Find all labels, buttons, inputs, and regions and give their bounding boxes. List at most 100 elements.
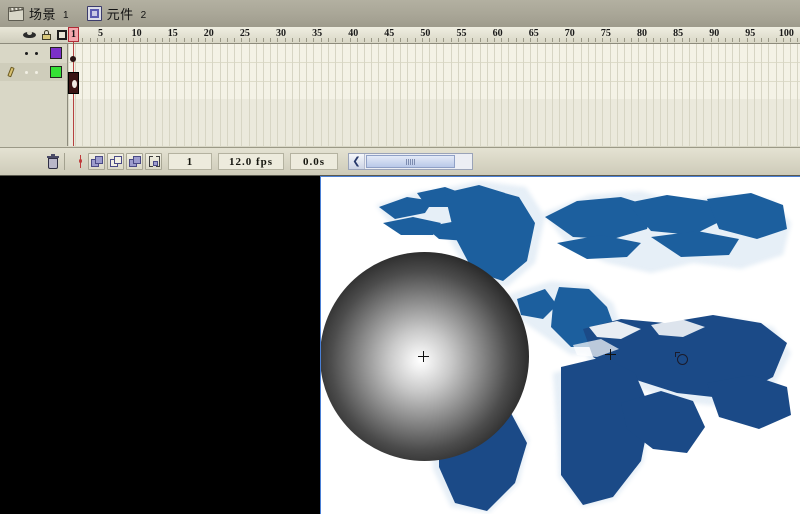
- frame-cell-divider[interactable]: [421, 44, 423, 146]
- scrollbar-thumb[interactable]: [366, 155, 455, 168]
- frame-cell-divider[interactable]: [291, 44, 293, 146]
- frame-cell-divider[interactable]: [176, 44, 178, 146]
- frame-cell-divider[interactable]: [414, 44, 416, 146]
- trash-icon[interactable]: [47, 153, 59, 169]
- scroll-left-arrow[interactable]: ❮: [349, 154, 365, 169]
- frame-cell-divider[interactable]: [234, 44, 236, 146]
- frame-cell-divider[interactable]: [118, 44, 120, 146]
- frame-cell-divider[interactable]: [378, 44, 380, 146]
- frame-cell-divider[interactable]: [89, 44, 91, 146]
- frame-cell-divider[interactable]: [262, 44, 264, 146]
- frame-cell-divider[interactable]: [768, 44, 770, 146]
- frame-cell-divider[interactable]: [436, 44, 438, 146]
- frame-cell-divider[interactable]: [169, 44, 171, 146]
- frame-cell-divider[interactable]: [493, 44, 495, 146]
- frame-cell-divider[interactable]: [558, 44, 560, 146]
- frame-cell-divider[interactable]: [667, 44, 669, 146]
- frame-cell-divider[interactable]: [132, 44, 134, 146]
- frame-cell-divider[interactable]: [544, 44, 546, 146]
- frame-cell-divider[interactable]: [111, 44, 113, 146]
- frame-cell-divider[interactable]: [674, 44, 676, 146]
- frame-cell-divider[interactable]: [385, 44, 387, 146]
- frame-cell-divider[interactable]: [681, 44, 683, 146]
- playhead[interactable]: 1: [68, 27, 79, 146]
- frame-cell-divider[interactable]: [190, 44, 192, 146]
- frame-cell-divider[interactable]: [140, 44, 142, 146]
- layer-1-toggles[interactable]: [20, 51, 50, 55]
- frame-cell-divider[interactable]: [241, 44, 243, 146]
- frame-cell-divider[interactable]: [616, 44, 618, 146]
- frame-cell-divider[interactable]: [327, 44, 329, 146]
- frame-cell-divider[interactable]: [183, 44, 185, 146]
- frame-cell-divider[interactable]: [501, 44, 503, 146]
- frame-cell-divider[interactable]: [522, 44, 524, 146]
- frame-cell-divider[interactable]: [364, 44, 366, 146]
- edit-multiple-frames-icon[interactable]: [126, 153, 143, 170]
- frame-cell-divider[interactable]: [753, 44, 755, 146]
- modify-onion-markers-icon[interactable]: [145, 153, 162, 170]
- layer-2-color-swatch[interactable]: [50, 66, 62, 78]
- frame-cell-divider[interactable]: [205, 44, 207, 146]
- layer-1-visibility-dot[interactable]: [25, 51, 29, 55]
- frame-cell-divider[interactable]: [248, 44, 250, 146]
- frame-cell-divider[interactable]: [746, 44, 748, 146]
- frame-cell-divider[interactable]: [479, 44, 481, 146]
- frame-rate-field[interactable]: 12.0 fps: [218, 153, 284, 170]
- layer-1-keyframe[interactable]: [70, 56, 76, 62]
- frame-cell-divider[interactable]: [429, 44, 430, 146]
- timeline-ruler[interactable]: 5 10 15 20 25 30 35 40 45 50 55 60 65 70 75 80 85 90 95 100: [68, 27, 800, 44]
- tab-symbol-2[interactable]: 元件 2: [79, 0, 157, 27]
- frame-cell-divider[interactable]: [732, 44, 734, 146]
- frame-cell-divider[interactable]: [797, 44, 799, 146]
- frame-cell-divider[interactable]: [313, 44, 315, 146]
- frame-cell-divider[interactable]: [450, 44, 452, 146]
- frame-cell-divider[interactable]: [775, 44, 777, 146]
- frame-cell-divider[interactable]: [255, 44, 257, 146]
- tab-scene-1[interactable]: 场景 1: [0, 0, 79, 27]
- frame-cell-divider[interactable]: [508, 44, 510, 146]
- frame-cell-divider[interactable]: [96, 44, 98, 146]
- onion-skin-icon[interactable]: [88, 153, 105, 170]
- frame-cell-divider[interactable]: [400, 44, 402, 146]
- frame-cell-divider[interactable]: [342, 44, 344, 146]
- frame-cell-divider[interactable]: [104, 44, 106, 146]
- frame-cell-divider[interactable]: [82, 44, 84, 146]
- frame-cell-divider[interactable]: [443, 44, 445, 146]
- onion-skin-outline-icon[interactable]: [107, 153, 124, 170]
- layer-1-lock-dot[interactable]: [34, 51, 38, 55]
- frame-cell-divider[interactable]: [320, 44, 322, 146]
- frame-cell-divider[interactable]: [725, 44, 727, 146]
- frame-cell-divider[interactable]: [645, 44, 647, 146]
- frame-cell-divider[interactable]: [465, 44, 467, 146]
- layer-2-visibility-dot[interactable]: [25, 70, 29, 74]
- frame-cell-divider[interactable]: [306, 44, 308, 146]
- frame-cell-divider[interactable]: [790, 44, 791, 146]
- eye-icon[interactable]: [23, 31, 36, 39]
- workspace-area[interactable]: [0, 176, 800, 514]
- frame-cell-divider[interactable]: [154, 44, 156, 146]
- layer-2-toggles[interactable]: [20, 70, 50, 74]
- frame-cell-divider[interactable]: [566, 44, 568, 146]
- layer-row-1[interactable]: [0, 44, 67, 62]
- frame-cell-divider[interactable]: [226, 44, 228, 146]
- frame-cell-divider[interactable]: [270, 44, 272, 146]
- frame-cell-divider[interactable]: [660, 44, 662, 146]
- frame-cell-divider[interactable]: [761, 44, 763, 146]
- center-frame-marker-icon[interactable]: [79, 155, 82, 168]
- frame-cell-divider[interactable]: [472, 44, 474, 146]
- lock-icon[interactable]: [42, 30, 51, 40]
- frame-cell-divider[interactable]: [609, 44, 611, 146]
- frame-cell-divider[interactable]: [573, 44, 575, 146]
- frame-cell-divider[interactable]: [631, 44, 633, 146]
- frame-cell-divider[interactable]: [623, 44, 625, 146]
- frame-cell-divider[interactable]: [392, 44, 394, 146]
- frame-cell-divider[interactable]: [486, 44, 488, 146]
- frame-cell-divider[interactable]: [349, 44, 351, 146]
- frame-cell-divider[interactable]: [219, 44, 221, 146]
- frame-cell-divider[interactable]: [652, 44, 654, 146]
- layer-2-lock-dot[interactable]: [34, 70, 38, 74]
- frame-cell-divider[interactable]: [710, 44, 712, 146]
- frame-cell-divider[interactable]: [782, 44, 784, 146]
- frame-cell-divider[interactable]: [335, 44, 337, 146]
- frame-cell-divider[interactable]: [515, 44, 517, 146]
